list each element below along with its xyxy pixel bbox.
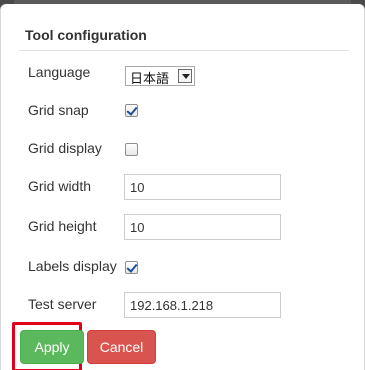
grid-snap-label: Grid snap <box>28 102 89 118</box>
chevron-down-icon[interactable] <box>178 69 192 83</box>
test-server-label: Test server <box>28 296 97 312</box>
language-selected-value: 日本語 <box>130 72 170 87</box>
language-select[interactable]: 日本語 <box>125 66 195 87</box>
grid-snap-checkbox[interactable] <box>125 104 138 117</box>
title-divider <box>19 50 349 51</box>
grid-width-field[interactable] <box>124 174 281 200</box>
labels-display-label: Labels display <box>28 258 117 274</box>
dialog-title: Tool configuration <box>25 27 147 43</box>
test-server-field[interactable] <box>124 292 281 318</box>
language-label: Language <box>28 64 91 80</box>
tool-configuration-dialog: Tool configuration Language 日本語 Grid sna… <box>0 4 365 370</box>
grid-height-label: Grid height <box>28 218 97 234</box>
apply-button[interactable]: Apply <box>20 330 84 364</box>
labels-display-checkbox[interactable] <box>125 261 138 274</box>
cancel-button[interactable]: Cancel <box>87 330 156 364</box>
grid-display-checkbox[interactable] <box>125 143 138 156</box>
grid-width-label: Grid width <box>28 178 92 194</box>
grid-display-label: Grid display <box>28 140 102 156</box>
grid-height-field[interactable] <box>124 214 281 240</box>
